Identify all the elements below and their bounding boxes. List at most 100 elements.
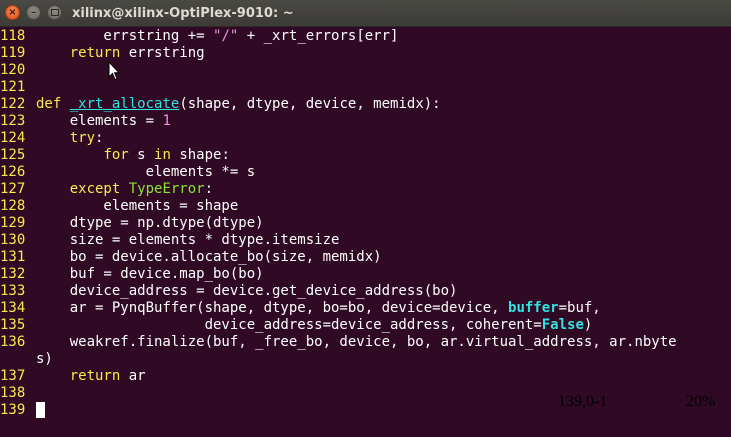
- code-token: :: [95, 130, 104, 146]
- code-line: 127 except TypeError:: [0, 181, 213, 198]
- code-token: shape:: [170, 147, 230, 163]
- code-token: try: [69, 130, 96, 146]
- line-number: 126: [0, 164, 26, 180]
- code-line: 123 elements = 1: [0, 113, 171, 130]
- code-token: in: [154, 147, 171, 163]
- code-token: return: [69, 45, 121, 61]
- line-number: 128: [0, 198, 26, 214]
- code-token: def: [36, 96, 62, 112]
- line-number: 132: [0, 266, 26, 282]
- title-bar[interactable]: × – xilinx@xilinx-OptiPlex-9010: ~: [0, 0, 731, 27]
- code-token: (shape, dtype, device, memidx):: [179, 96, 441, 112]
- code-token: s): [36, 351, 53, 367]
- code-line: 126 elements *= s: [0, 164, 255, 181]
- code-token: size = elements * dtype.itemsize: [36, 232, 340, 248]
- code-line: 138: [0, 385, 36, 402]
- code-token: except: [69, 181, 121, 197]
- code-token: elements =: [36, 113, 163, 129]
- line-number: 134: [0, 300, 26, 316]
- window-title: xilinx@xilinx-OptiPlex-9010: ~: [72, 6, 294, 21]
- code-token: =buf,: [558, 300, 601, 316]
- code-token: + _xrt_errors[err]: [238, 28, 399, 44]
- code-line: 137 return ar: [0, 368, 146, 385]
- line-number: 136: [0, 334, 26, 350]
- code-line: 136 weakref.finalize(buf, _free_bo, devi…: [0, 334, 677, 351]
- code-token: dtype = np.dtype(dtype): [36, 215, 264, 231]
- line-number: 118: [0, 28, 26, 44]
- line-number: 119: [0, 45, 26, 61]
- line-number: 129: [0, 215, 26, 231]
- line-number: 130: [0, 232, 26, 248]
- line-number: 131: [0, 249, 26, 265]
- minimize-button[interactable]: –: [26, 5, 41, 20]
- line-number: 123: [0, 113, 26, 129]
- line-number: 127: [0, 181, 26, 197]
- line-number: 139: [0, 402, 26, 418]
- maximize-icon: [50, 9, 59, 16]
- code-line: 124 try:: [0, 130, 103, 147]
- code-token: ar: [120, 368, 146, 384]
- code-line: 130 size = elements * dtype.itemsize: [0, 232, 339, 249]
- code-line: 121: [0, 79, 36, 96]
- code-line: 131 bo = device.allocate_bo(size, memidx…: [0, 249, 382, 266]
- code-line: 120: [0, 62, 36, 79]
- code-line: 135 device_address=device_address, coher…: [0, 317, 592, 334]
- mouse-pointer-icon: [108, 61, 120, 81]
- code-line: 125 for s in shape:: [0, 147, 230, 164]
- code-line: 133 device_address = device.get_device_a…: [0, 283, 457, 300]
- code-line: 132 buf = device.map_bo(bo): [0, 266, 264, 283]
- code-token: for: [103, 147, 129, 163]
- line-number: 125: [0, 147, 26, 163]
- code-token: weakref.finalize(buf, _free_bo, device, …: [36, 334, 677, 350]
- code-token: ): [583, 317, 593, 333]
- line-number: 122: [0, 96, 26, 112]
- code-line: 134 ar = PynqBuffer(shape, dtype, bo=bo,…: [0, 300, 601, 317]
- code-token: TypeError: [128, 181, 205, 197]
- code-token: device_address=device_address, coherent=: [36, 317, 542, 333]
- line-number: 135: [0, 317, 26, 333]
- code-line: 122 def _xrt_allocate(shape, dtype, devic…: [0, 96, 441, 113]
- code-token: "/": [213, 28, 239, 44]
- vim-editor[interactable]: 118 errstring += "/" + _xrt_errors[err] 1…: [0, 27, 731, 437]
- close-icon: ×: [8, 7, 17, 18]
- text-cursor: [36, 402, 45, 418]
- line-number: 133: [0, 283, 26, 299]
- code-line: 139: [0, 402, 45, 419]
- line-number: 124: [0, 130, 26, 146]
- code-token: 1: [162, 113, 171, 129]
- code-token: device_address = device.get_device_addre…: [36, 283, 458, 299]
- minimize-icon: –: [31, 7, 36, 18]
- code-token: elements *= s: [36, 164, 256, 180]
- cursor-position: 139,0-1: [558, 393, 608, 410]
- line-number: 138: [0, 385, 26, 401]
- code-token: _xrt_allocate: [69, 96, 180, 112]
- code-token: ar = PynqBuffer(shape, dtype, bo=bo, dev…: [36, 300, 509, 316]
- scroll-percentage: 20%: [686, 393, 716, 410]
- close-button[interactable]: ×: [5, 5, 20, 20]
- code-line: s): [0, 351, 53, 368]
- code-token: buf = device.map_bo(bo): [36, 266, 264, 282]
- line-number: 120: [0, 62, 26, 78]
- terminal-window: × – xilinx@xilinx-OptiPlex-9010: ~ 118 e…: [0, 0, 731, 437]
- code-token: errstring +=: [36, 28, 214, 44]
- code-token: bo = device.allocate_bo(size, memidx): [36, 249, 382, 265]
- code-token: elements = shape: [36, 198, 239, 214]
- code-token: False: [541, 317, 584, 333]
- line-number: 121: [0, 79, 26, 95]
- code-token: s: [128, 147, 155, 163]
- code-line: 128 elements = shape: [0, 198, 238, 215]
- code-token: return: [69, 368, 121, 384]
- code-line: 118 errstring += "/" + _xrt_errors[err]: [0, 28, 398, 45]
- line-number: 137: [0, 368, 26, 384]
- code-token: :: [204, 181, 214, 197]
- code-line: 119 return errstring: [0, 45, 205, 62]
- code-token: buffer: [508, 300, 559, 316]
- maximize-button[interactable]: [47, 5, 62, 20]
